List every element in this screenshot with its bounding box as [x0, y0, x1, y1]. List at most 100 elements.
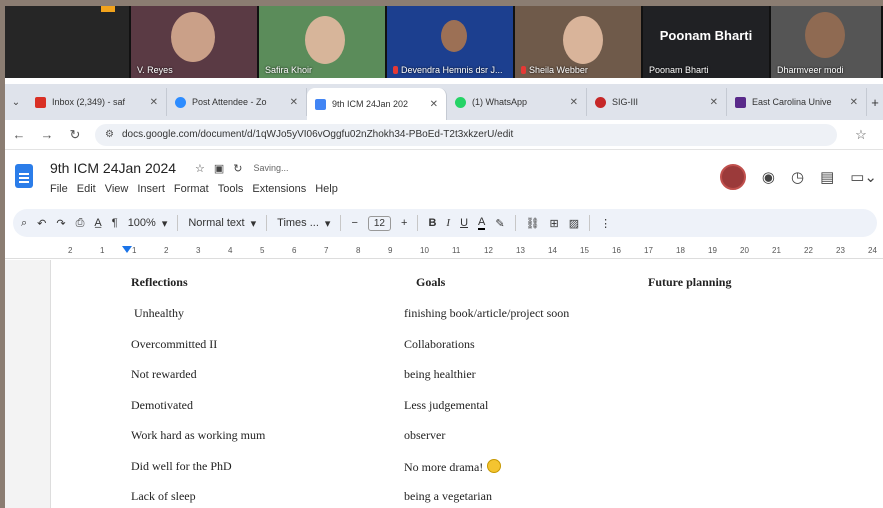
table-cell[interactable]: Overcommitted II	[131, 337, 217, 352]
close-icon[interactable]: ✕	[430, 99, 438, 110]
screen: V. Reyes Safira Khoir Devendra Hemnis ds…	[5, 6, 883, 508]
tab-docs[interactable]: 9th ICM 24Jan 202 ✕	[307, 88, 447, 120]
table-cell[interactable]: Not rewarded	[131, 367, 197, 382]
underline-icon[interactable]: U	[460, 217, 468, 229]
document-page[interactable]: Reflections Goals Future planning Unheal…	[50, 260, 883, 508]
tab-search-chevron-icon[interactable]: ⌄	[5, 97, 27, 108]
table-cell[interactable]: Unhealthy	[134, 306, 184, 321]
comments-icon[interactable]: ▤	[820, 168, 834, 186]
table-cell[interactable]: being a vegetarian	[404, 489, 492, 504]
document-title[interactable]: 9th ICM 24Jan 2024	[50, 160, 176, 176]
reload-icon[interactable]: ↻	[61, 127, 89, 143]
table-cell[interactable]: observer	[404, 428, 445, 443]
menu-extensions[interactable]: Extensions	[252, 183, 306, 195]
search-icon[interactable]: ⌕	[21, 217, 27, 230]
meet-camera-icon[interactable]: ▭⌄	[850, 168, 877, 186]
present-icon[interactable]: ◉	[762, 168, 775, 186]
zoom-select[interactable]: 100% ▾	[128, 217, 168, 230]
participant-tile[interactable]: Safira Khoir	[259, 6, 387, 78]
link-icon[interactable]: ⛓	[526, 217, 540, 230]
table-cell[interactable]: Work hard as working mum	[131, 428, 265, 443]
close-icon[interactable]: ✕	[150, 97, 158, 108]
tab-sig[interactable]: SIG-III ✕	[587, 88, 727, 116]
tab-zoom[interactable]: Post Attendee - Zo ✕	[167, 88, 307, 116]
history-icon[interactable]: ◷	[791, 168, 804, 186]
table-cell[interactable]: Did well for the PhD	[131, 459, 232, 474]
avatar[interactable]	[719, 164, 746, 190]
tab-ecu[interactable]: East Carolina Unive ✕	[727, 88, 867, 116]
menu-format[interactable]: Format	[174, 183, 209, 195]
print-icon[interactable]: ⎙	[76, 217, 85, 230]
back-arrow-icon[interactable]: ←	[5, 127, 33, 142]
docs-menu-bar: File Edit View Insert Format Tools Exten…	[50, 183, 338, 195]
participant-tile[interactable]	[5, 6, 131, 78]
add-comment-icon[interactable]: ⊞	[550, 217, 559, 230]
table-cell[interactable]: being healthier	[404, 367, 476, 382]
docs-logo-icon[interactable]	[15, 164, 33, 188]
tab-title: 9th ICM 24Jan 202	[332, 99, 409, 109]
bold-icon[interactable]: B	[428, 217, 436, 229]
url-text: docs.google.com/document/d/1qWJo5yVI06vO…	[121, 129, 514, 140]
participant-display-name: Poonam Bharti	[659, 28, 753, 43]
new-tab-plus-icon[interactable]: +	[867, 95, 883, 110]
tab-title: Post Attendee - Zo	[192, 97, 267, 107]
italic-icon[interactable]: I	[446, 217, 450, 229]
decrease-font-size-button[interactable]: −	[351, 217, 357, 229]
highlight-icon[interactable]: ✎	[495, 217, 504, 230]
menu-insert[interactable]: Insert	[137, 183, 165, 195]
redo-icon[interactable]: ↷	[56, 217, 65, 230]
ruler-number: 21	[772, 246, 781, 255]
font-size-input[interactable]: 12	[367, 215, 391, 231]
table-cell[interactable]: No more drama!	[404, 459, 502, 475]
table-cell[interactable]: Less judgemental	[404, 398, 488, 413]
participant-name: Safira Khoir	[265, 65, 313, 75]
table-header[interactable]: Future planning	[648, 275, 731, 290]
table-cell[interactable]: Demotivated	[131, 398, 193, 413]
close-icon[interactable]: ✕	[850, 97, 858, 108]
move-folder-icon[interactable]: ▣	[214, 162, 224, 175]
participant-tile[interactable]: Poonam Bharti Poonam Bharti	[643, 6, 771, 78]
participant-tile[interactable]: Dharmveer modi	[771, 6, 883, 78]
table-cell[interactable]: Collaborations	[404, 337, 475, 352]
menu-tools[interactable]: Tools	[218, 183, 244, 195]
bookmark-star-icon[interactable]: ☆	[847, 127, 875, 143]
increase-font-size-button[interactable]: +	[401, 217, 407, 229]
menu-file[interactable]: File	[50, 183, 68, 195]
table-cell[interactable]: Lack of sleep	[131, 489, 196, 504]
text-color-icon[interactable]: A	[478, 216, 486, 230]
sync-icon[interactable]: ↻	[233, 162, 242, 175]
undo-icon[interactable]: ↶	[37, 217, 46, 230]
indent-marker-icon[interactable]	[122, 246, 132, 253]
style-select[interactable]: Normal text ▾	[188, 217, 256, 230]
tab-title: SIG-III	[612, 97, 639, 107]
tab-title: (1) WhatsApp	[472, 97, 528, 107]
insert-image-icon[interactable]: ▨	[569, 217, 579, 230]
participant-video	[805, 12, 845, 58]
close-icon[interactable]: ✕	[710, 97, 718, 108]
table-header[interactable]: Reflections	[131, 275, 188, 290]
forward-arrow-icon[interactable]: →	[33, 127, 61, 142]
ruler-number: 8	[356, 246, 361, 255]
close-icon[interactable]: ✕	[290, 97, 298, 108]
participant-tile[interactable]: Sheila Webber	[515, 6, 643, 78]
participant-tile[interactable]: Devendra Hemnis dsr J...	[387, 6, 515, 78]
participant-tile[interactable]: V. Reyes	[131, 6, 259, 78]
ruler[interactable]: 2 1 1 2 3 4 5 6 7 8 9 10 11 12 13 14 15 16 17 18 19 20 21 22 23 2…	[5, 243, 883, 259]
table-cell[interactable]: finishing book/article/project soon	[404, 306, 569, 321]
star-icon[interactable]: ☆	[195, 162, 205, 175]
url-input[interactable]: ⚙ docs.google.com/document/d/1qWJo5yVI06…	[95, 123, 837, 146]
tab-whatsapp[interactable]: (1) WhatsApp ✕	[447, 88, 587, 116]
header-actions: ◉ ◷ ▤ ▭⌄	[719, 164, 877, 190]
font-select[interactable]: Times ... ▾	[277, 217, 330, 230]
more-options-icon[interactable]: ⋮	[600, 217, 611, 230]
site-settings-icon[interactable]: ⚙	[105, 129, 114, 140]
table-header[interactable]: Goals	[416, 275, 445, 290]
menu-help[interactable]: Help	[315, 183, 338, 195]
tab-gmail[interactable]: Inbox (2,349) - saf ✕	[27, 88, 167, 116]
toolbar-divider	[589, 215, 591, 231]
menu-edit[interactable]: Edit	[77, 183, 96, 195]
spellcheck-icon[interactable]: A̲	[94, 217, 101, 229]
menu-view[interactable]: View	[105, 183, 129, 195]
paint-format-icon[interactable]: ¶	[112, 217, 118, 229]
close-icon[interactable]: ✕	[570, 97, 578, 108]
